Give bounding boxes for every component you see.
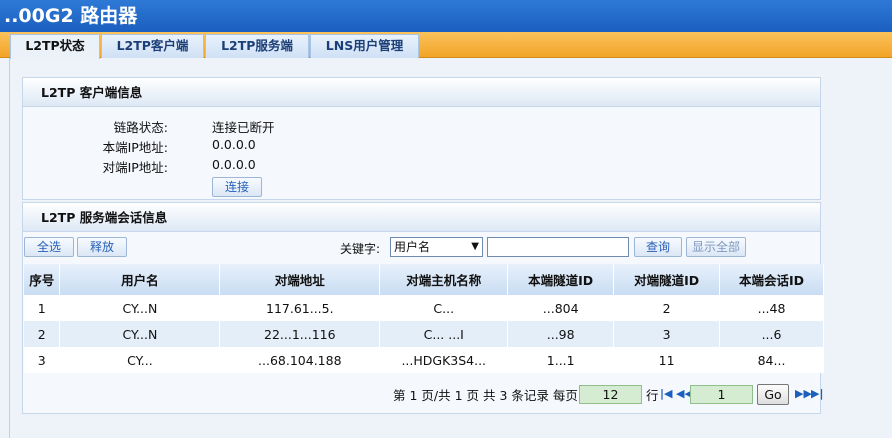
cell-local-session-id: ...48 bbox=[719, 295, 824, 321]
link-status-value: 连接已断开 bbox=[212, 120, 275, 135]
column-header-username[interactable]: 用户名 bbox=[59, 264, 221, 295]
cell-peer-hostname: C... ...I bbox=[379, 321, 509, 347]
cell-peer-tunnel-id: 3 bbox=[613, 321, 721, 347]
session-table: 序号 用户名 对端地址 对端主机名称 本端隧道ID 对端隧道ID 本端会话ID … bbox=[24, 264, 824, 373]
peer-ip-label: 对端IP地址: bbox=[102, 160, 168, 175]
cell-peer-tunnel-id: 11 bbox=[613, 347, 721, 373]
table-row[interactable]: 3 CY... ...68.104.188 ...HDGK3S4... 1...… bbox=[24, 347, 824, 373]
window-title: ..00G2 路由器 bbox=[4, 5, 138, 27]
cell-username: CY...N bbox=[59, 295, 221, 321]
table-row[interactable]: 1 CY...N 117.61...5. C... ...804 2 ...48 bbox=[24, 295, 824, 321]
column-header-index[interactable]: 序号 bbox=[24, 264, 61, 295]
first-page-icon[interactable]: |◀ bbox=[660, 387, 672, 400]
select-all-button[interactable]: 全选 bbox=[24, 237, 74, 257]
per-page-input[interactable]: 12 bbox=[579, 385, 642, 404]
server-panel-title: L2TP 服务端会话信息 bbox=[23, 203, 820, 232]
column-header-peer-address[interactable]: 对端地址 bbox=[219, 264, 381, 295]
cell-username: CY...N bbox=[59, 321, 221, 347]
cell-peer-address: ...68.104.188 bbox=[219, 347, 381, 373]
tab-l2tp-client[interactable]: L2TP客户端 bbox=[101, 34, 204, 58]
cell-index: 2 bbox=[24, 321, 61, 347]
tab-lns-user-management[interactable]: LNS用户管理 bbox=[310, 34, 419, 58]
link-status-label: 链路状态: bbox=[113, 120, 168, 135]
cell-local-session-id: 84... bbox=[719, 347, 824, 373]
release-button[interactable]: 释放 bbox=[77, 237, 127, 257]
connect-button[interactable]: 连接 bbox=[212, 177, 262, 197]
pager-summary: 第 1 页/共 1 页 共 3 条记录 每页 bbox=[393, 388, 578, 403]
go-button[interactable]: Go bbox=[757, 384, 789, 405]
column-header-peer-hostname[interactable]: 对端主机名称 bbox=[379, 264, 509, 295]
per-page-unit: 行 bbox=[646, 388, 659, 403]
local-ip-label: 本端IP地址: bbox=[102, 140, 168, 155]
cell-peer-tunnel-id: 2 bbox=[613, 295, 721, 321]
content-border bbox=[9, 58, 10, 438]
cell-local-tunnel-id: ...98 bbox=[507, 321, 615, 347]
cell-peer-address: 117.61...5. bbox=[219, 295, 381, 321]
column-header-peer-tunnel-id[interactable]: 对端隧道ID bbox=[613, 264, 721, 295]
keyword-label: 关键字: bbox=[340, 242, 381, 256]
query-button[interactable]: 查询 bbox=[634, 237, 682, 257]
table-header-row: 序号 用户名 对端地址 对端主机名称 本端隧道ID 对端隧道ID 本端会话ID bbox=[24, 264, 824, 295]
search-input[interactable] bbox=[487, 237, 629, 257]
column-header-local-session-id[interactable]: 本端会话ID bbox=[719, 264, 824, 295]
show-all-button[interactable]: 显示全部 bbox=[686, 237, 746, 257]
cell-local-tunnel-id: 1...1 bbox=[507, 347, 615, 373]
cell-index: 3 bbox=[24, 347, 61, 373]
cell-index: 1 bbox=[24, 295, 61, 321]
keyword-select-value: 用户名 bbox=[394, 240, 431, 254]
cell-local-session-id: ...6 bbox=[719, 321, 824, 347]
title-bar: ..00G2 路由器 bbox=[0, 0, 892, 32]
tab-bar: L2TP状态 L2TP客户端 L2TP服务端 LNS用户管理 bbox=[0, 32, 892, 59]
column-header-local-tunnel-id[interactable]: 本端隧道ID bbox=[507, 264, 615, 295]
tab-l2tp-status[interactable]: L2TP状态 bbox=[10, 34, 100, 59]
local-ip-value: 0.0.0.0 bbox=[212, 137, 256, 152]
cell-username: CY... bbox=[59, 347, 221, 373]
last-page-icon[interactable]: ▶| bbox=[811, 387, 823, 400]
keyword-select[interactable]: 用户名 ▼ bbox=[390, 237, 483, 257]
cell-peer-hostname: C... bbox=[379, 295, 509, 321]
cell-peer-hostname: ...HDGK3S4... bbox=[379, 347, 509, 373]
client-panel-title: L2TP 客户端信息 bbox=[23, 78, 820, 107]
peer-ip-value: 0.0.0.0 bbox=[212, 157, 256, 172]
chevron-down-icon: ▼ bbox=[471, 241, 479, 252]
next-page-icon[interactable]: ▶▶ bbox=[795, 387, 812, 400]
cell-local-tunnel-id: ...804 bbox=[507, 295, 615, 321]
tab-l2tp-server[interactable]: L2TP服务端 bbox=[205, 34, 309, 58]
table-row[interactable]: 2 CY...N 22...1...116 C... ...I ...98 3 … bbox=[24, 321, 824, 347]
cell-peer-address: 22...1...116 bbox=[219, 321, 381, 347]
page-number-input[interactable]: 1 bbox=[690, 385, 753, 404]
